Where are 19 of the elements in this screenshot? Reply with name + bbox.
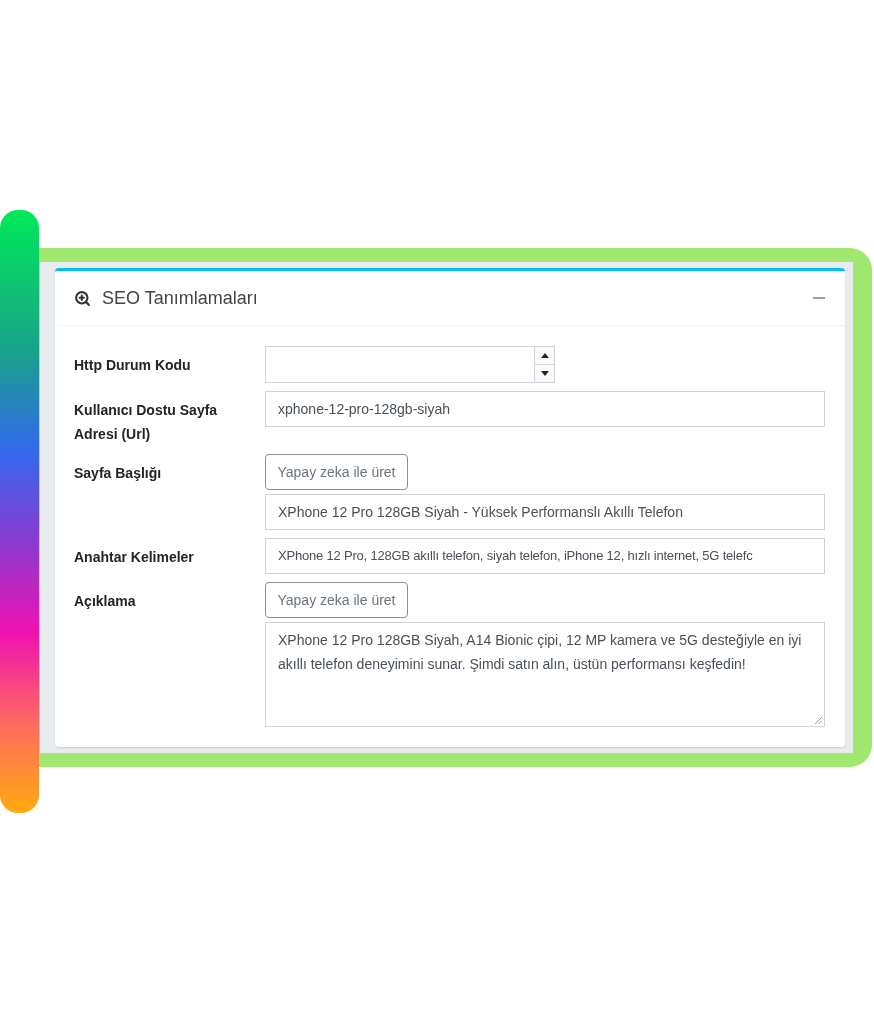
keywords-input[interactable]: XPhone 12 Pro, 128GB akıllı telefon, siyah telefon, iPhone 12, hızlı internet, 5G telefc [265, 538, 825, 574]
field-label: Sayfa Başlığı [74, 465, 162, 481]
up-triangle-icon [540, 353, 549, 358]
description-text: XPhone 12 Pro 128GB Siyah, A14 Bionic çipi, 12 MP kamera ve 5G desteğiyle en iyi akıllı telefon deneyimini sunar. Şimdi satın alın, üstün performansı keşfedin! [278, 632, 802, 672]
number-input[interactable] [265, 346, 555, 383]
field-label: Anahtar Kelimeler [74, 549, 194, 565]
description-textarea[interactable]: XPhone 12 Pro 128GB Siyah, A14 Bionic çipi, 12 MP kamera ve 5G desteğiyle en iyi akıllı telefon deneyimini sunar. Şimdi satın alın, üstün performansı keşfedin! [265, 622, 825, 727]
card-title: SEO Tanımlamaları [102, 286, 258, 310]
resize-handle-icon[interactable] [814, 716, 822, 724]
field-label: Http Durum Kodu [74, 357, 191, 373]
url-input[interactable]: xphone-12-pro-128gb-siyah [265, 391, 825, 427]
field-label: Açıklama [74, 593, 136, 609]
title-input[interactable]: XPhone 12 Pro 128GB Siyah - Yüksek Performanslı Akıllı Telefon [265, 494, 825, 530]
ai-generate-button[interactable]: Yapay zeka ile üret [265, 454, 408, 490]
zoom-in-icon [74, 289, 91, 307]
minus-icon [813, 297, 825, 299]
field-label: Kullanıcı Dostu Sayfa Adresi (Url) [74, 402, 218, 442]
down-triangle-icon [540, 371, 549, 376]
ai-generate-button[interactable]: Yapay zeka ile üret [265, 582, 408, 618]
